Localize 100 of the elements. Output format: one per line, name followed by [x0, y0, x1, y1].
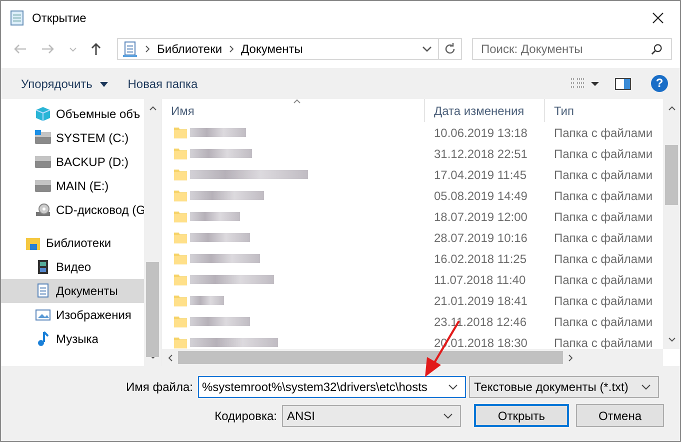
encoding-dropdown[interactable]: ANSI: [282, 404, 461, 426]
sidebar-item[interactable]: Изображения: [1, 303, 144, 327]
date-cell-text: 11.07.2018 11:40: [433, 272, 527, 288]
folder-icon: [174, 314, 187, 329]
horizontal-scrollbar[interactable]: [162, 349, 663, 366]
type-cell-text: Папка с файлами: [553, 250, 654, 268]
date-cell-text: 16.02.2018 11:25: [433, 250, 528, 268]
type-cell-text: Папка с файлами: [553, 146, 654, 162]
sidebar-item[interactable]: Музыка: [1, 327, 144, 351]
sidebar-item[interactable]: Библиотеки: [1, 231, 144, 255]
scrollbar[interactable]: [663, 99, 680, 349]
cd-icon: [35, 202, 51, 218]
chevron-right-icon: [229, 45, 234, 53]
blurred-filename: [190, 233, 250, 242]
scroll-left-icon[interactable]: [167, 354, 173, 362]
breadcrumb[interactable]: Документы: [241, 42, 303, 56]
up-arrow-icon[interactable]: [89, 42, 103, 56]
type-cell-text: Папка с файлами: [553, 334, 654, 349]
organize-button[interactable]: Упорядочить: [11, 72, 118, 94]
date-cell-text: 17.04.2019 11:45: [433, 166, 528, 184]
folder-icon: [174, 167, 187, 182]
drive-icon: [35, 178, 51, 194]
blurred-filename: [190, 212, 240, 221]
folder-icon: [174, 188, 187, 203]
type-cell-text: Папка с файлами: [553, 124, 654, 142]
folder-icon: [174, 125, 187, 140]
drive-icon: [35, 154, 51, 170]
chevron-down-icon[interactable]: [422, 44, 432, 54]
type-cell-text: Папка с файлами: [553, 272, 654, 288]
scroll-down-icon[interactable]: [148, 354, 156, 360]
folder-icon: [174, 272, 187, 287]
scroll-right-icon[interactable]: [568, 354, 574, 362]
sidebar-item[interactable]: SYSTEM (C:): [1, 126, 144, 150]
library-icon: [25, 235, 41, 251]
column-header[interactable]: Дата изменения: [425, 99, 545, 122]
chevron-down-icon: [641, 384, 651, 390]
blurred-filename: [190, 128, 246, 137]
scroll-thumb[interactable]: [146, 262, 159, 357]
scroll-up-icon[interactable]: [668, 105, 676, 111]
sidebar-item[interactable]: MAIN (E:): [1, 174, 144, 198]
folder-icon: [174, 251, 187, 266]
type-cell-text: Папка с файлами: [553, 188, 654, 204]
folder-icon: [174, 209, 187, 224]
folder-icon: [174, 230, 187, 245]
pictures-icon: [35, 307, 51, 323]
scroll-thumb[interactable]: [665, 145, 678, 205]
date-cell-text: 23.11.2018 12:46: [433, 314, 528, 330]
address-bar[interactable]: Библиотеки Документы: [117, 38, 462, 60]
type-cell-text: Папка с файлами: [553, 208, 654, 226]
chevron-right-icon: [145, 45, 150, 53]
column-header[interactable]: Имя: [162, 99, 425, 122]
date-cell-text: 18.07.2019 12:00: [433, 208, 528, 226]
folder-icon: [174, 335, 187, 349]
open-button[interactable]: Открыть: [474, 404, 569, 427]
new-folder-button[interactable]: Новая папка: [118, 72, 208, 94]
search-field[interactable]: Поиск: Документы: [472, 38, 672, 60]
chevron-down-icon[interactable]: [448, 384, 458, 390]
folder-icon: [174, 146, 187, 161]
blurred-filename: [190, 317, 250, 326]
scroll-thumb[interactable]: [178, 351, 563, 364]
caret-down-icon: [100, 82, 108, 87]
type-cell-text: Папка с файлами: [553, 314, 654, 330]
date-cell-text: 21.01.2019 18:41: [433, 292, 528, 310]
preview-pane-icon[interactable]: [615, 78, 631, 90]
date-cell-text: 05.08.2019 14:49: [433, 188, 528, 204]
encoding-label: Кодировка:: [214, 408, 278, 422]
sidebar-item[interactable]: BACKUP (D:): [1, 150, 144, 174]
close-icon[interactable]: [652, 12, 664, 24]
date-cell-text: 28.07.2019 10:16: [433, 230, 528, 246]
view-options-icon[interactable]: [569, 76, 599, 90]
documents-icon: [35, 283, 51, 299]
sidebar-item[interactable]: Видео: [1, 255, 144, 279]
cube-icon: [35, 106, 51, 122]
sidebar-item[interactable]: Документы: [1, 279, 144, 303]
column-header[interactable]: Тип: [545, 99, 663, 122]
type-cell-text: Папка с файлами: [553, 230, 654, 246]
search-input[interactable]: Поиск: Документы: [473, 41, 651, 57]
notepad-icon: [9, 10, 25, 26]
help-button[interactable]: ?: [651, 75, 668, 92]
sidebar-item[interactable]: Объемные объ: [1, 102, 144, 126]
scroll-up-icon[interactable]: [148, 105, 156, 111]
filename-field[interactable]: %systemroot%\system32\drivers\etc\hosts: [198, 376, 466, 398]
search-icon: [651, 43, 663, 55]
window-title: Открытие: [32, 10, 86, 24]
type-cell-text: Папка с файлами: [553, 292, 654, 310]
folder-icon: [174, 293, 187, 308]
blurred-filename: [190, 296, 224, 305]
file-type-dropdown[interactable]: Текстовые документы (*.txt): [469, 376, 659, 398]
breadcrumb[interactable]: Библиотеки: [157, 42, 222, 56]
system-drive-icon: [35, 130, 51, 146]
date-cell-text: 31.12.2018 22:51: [433, 146, 528, 162]
video-icon: [35, 259, 51, 275]
document-icon: [122, 41, 138, 57]
sort-caret-icon: [293, 99, 301, 104]
music-icon: [35, 331, 51, 347]
chevron-down-icon: [443, 412, 453, 418]
scroll-down-icon[interactable]: [668, 337, 676, 343]
date-cell-text: 10.06.2019 13:18: [433, 124, 528, 142]
cancel-button[interactable]: Отмена: [576, 404, 664, 427]
filename-label: Имя файла:: [125, 380, 194, 394]
